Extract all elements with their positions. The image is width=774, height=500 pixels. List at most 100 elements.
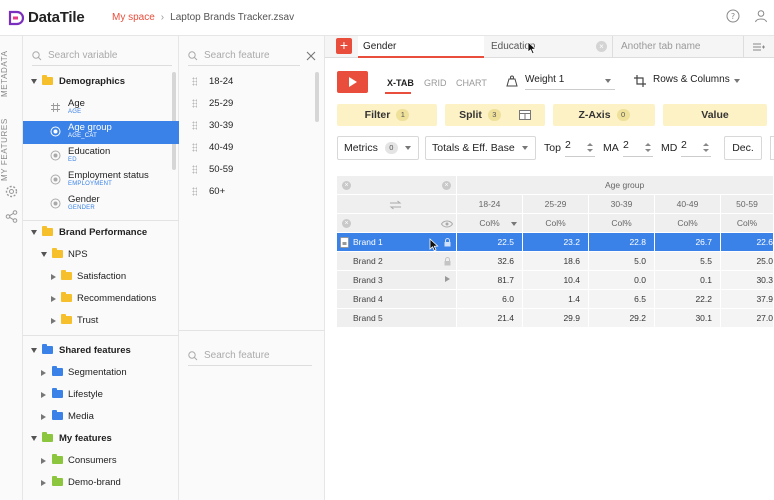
drag-handle-icon[interactable] (192, 121, 197, 130)
table-cell[interactable]: 23.2 (523, 233, 589, 252)
folder-media[interactable]: Media (23, 409, 179, 427)
table-cell[interactable]: 22.8 (589, 233, 655, 252)
lock-icon[interactable] (444, 257, 451, 266)
totals-select[interactable]: Totals & Eff. Base (425, 136, 536, 160)
table-cell[interactable]: 26.7 (655, 233, 721, 252)
weight-select[interactable]: Weight 1 (525, 74, 615, 90)
table-cell[interactable]: 5.5 (655, 252, 721, 271)
variable-item-age[interactable]: Age AGE (23, 97, 179, 120)
column-header[interactable]: 50-59 (721, 195, 774, 214)
mode-xtab[interactable]: X-TAB (387, 78, 414, 88)
table-cell[interactable]: 5.0 (589, 252, 655, 271)
table-cell[interactable]: 37.9 (721, 290, 774, 309)
feature-item[interactable]: 40-49 (179, 138, 319, 159)
app-logo[interactable]: DataTile (8, 9, 85, 26)
table-cell[interactable]: 1.4 (523, 290, 589, 309)
feature-item[interactable]: 18-24 (179, 72, 319, 93)
breadcrumb-my-space[interactable]: My space (112, 12, 155, 23)
clear-columns-icon[interactable]: × (442, 181, 451, 190)
tab-gender[interactable]: Gender (358, 36, 484, 58)
sort-down-icon[interactable] (511, 222, 517, 226)
folder-lifestyle[interactable]: Lifestyle (23, 387, 179, 405)
folder-satisfaction[interactable]: Satisfaction (23, 269, 179, 287)
split-chip[interactable]: Split 3 (445, 104, 545, 126)
variable-item-education[interactable]: Education ED (23, 145, 179, 168)
tab-education[interactable]: Education × (486, 36, 613, 58)
table-cell[interactable]: 32.6 (457, 252, 523, 271)
folder-my-features[interactable]: My features (23, 431, 179, 449)
clear-rows-icon[interactable]: × (342, 219, 351, 228)
gear-icon[interactable] (5, 185, 18, 198)
close-icon[interactable]: × (596, 41, 607, 52)
table-cell[interactable]: 0.0 (589, 271, 655, 290)
lock-icon[interactable] (444, 238, 451, 247)
drag-handle-icon[interactable] (192, 187, 197, 196)
tab-metadata[interactable]: METADATA (0, 44, 23, 104)
table-cell[interactable]: 6.0 (457, 290, 523, 309)
variable-search[interactable]: Search variable (32, 46, 172, 66)
variable-item-age-group[interactable]: Age group AGE_CAT (23, 121, 179, 144)
layout-select[interactable]: Rows & Columns (653, 74, 743, 90)
table-cell[interactable]: 22.2 (655, 290, 721, 309)
variable-item-gender[interactable]: Gender GENDER (23, 193, 179, 216)
feature-search-secondary[interactable]: Search feature (188, 346, 312, 366)
table-cell[interactable]: 30.3 (721, 271, 774, 290)
eye-icon[interactable] (441, 220, 453, 228)
folder-consumers[interactable]: Consumers (23, 453, 179, 471)
table-cell[interactable]: 6.5 (589, 290, 655, 309)
chevron-right-icon[interactable] (445, 276, 450, 282)
table-cell[interactable]: 29.2 (589, 309, 655, 328)
feature-item[interactable]: 30-39 (179, 116, 319, 137)
folder-recommendations[interactable]: Recommendations (23, 291, 179, 309)
column-header[interactable]: 30-39 (589, 195, 655, 214)
table-cell[interactable]: 18.6 (523, 252, 589, 271)
tab-new[interactable]: Another tab name (616, 36, 744, 58)
mode-grid[interactable]: GRID (424, 78, 447, 88)
add-tab-button[interactable]: + (336, 38, 352, 54)
user-icon[interactable] (754, 9, 768, 23)
table-cell[interactable]: 25.0 (721, 252, 774, 271)
column-header[interactable]: 25-29 (523, 195, 589, 214)
table-cell[interactable]: 10.4 (523, 271, 589, 290)
row-header-brand-5[interactable]: Brand 5 (337, 309, 457, 328)
table-cell[interactable]: 22.6 (721, 233, 774, 252)
folder-nps[interactable]: NPS (23, 247, 179, 265)
lock-icon[interactable] (340, 237, 349, 248)
mode-chart[interactable]: CHART (456, 78, 487, 88)
split-layout-icon[interactable] (518, 110, 531, 120)
stepper-icon[interactable] (587, 143, 593, 153)
drag-handle-icon[interactable] (192, 77, 197, 86)
run-button[interactable] (337, 71, 368, 93)
share-icon[interactable] (5, 210, 18, 223)
swap-icon[interactable] (389, 200, 402, 210)
table-cell[interactable]: 81.7 (457, 271, 523, 290)
metrics-select[interactable]: Metrics 0 (337, 136, 419, 160)
table-cell[interactable]: 0.1 (655, 271, 721, 290)
stepper-icon[interactable] (645, 143, 651, 153)
feature-item[interactable]: 50-59 (179, 160, 319, 181)
feature-search[interactable]: Search feature (188, 46, 300, 66)
table-cell[interactable]: 22.5 (457, 233, 523, 252)
tab-my-features[interactable]: MY FEATURES (0, 114, 23, 186)
zaxis-chip[interactable]: Z-Axis 0 (553, 104, 655, 126)
folder-segmentation[interactable]: Segmentation (23, 365, 179, 383)
close-icon[interactable] (306, 51, 316, 61)
drag-handle-icon[interactable] (192, 99, 197, 108)
folder-brand-performance[interactable]: Brand Performance (23, 225, 179, 243)
toolbar-overflow[interactable] (770, 136, 774, 160)
help-icon[interactable]: ? (726, 9, 740, 23)
column-header[interactable]: 40-49 (655, 195, 721, 214)
md-stepper[interactable]: 2 (681, 139, 711, 157)
feature-item[interactable]: 25-29 (179, 94, 319, 115)
row-header-brand-3[interactable]: Brand 3 (337, 271, 457, 290)
table-cell[interactable]: 21.4 (457, 309, 523, 328)
decimals-button[interactable]: Dec. (724, 136, 762, 160)
row-header-brand-1[interactable]: Brand 1 (337, 233, 457, 252)
folder-trust[interactable]: Trust (23, 313, 179, 331)
feature-item[interactable]: 60+ (179, 182, 319, 203)
folder-demographics[interactable]: Demographics (23, 74, 179, 92)
clear-columns-icon[interactable]: × (342, 181, 351, 190)
drag-handle-icon[interactable] (192, 165, 197, 174)
row-header-brand-2[interactable]: Brand 2 (337, 252, 457, 271)
folder-demo-brand[interactable]: Demo-brand (23, 475, 179, 493)
